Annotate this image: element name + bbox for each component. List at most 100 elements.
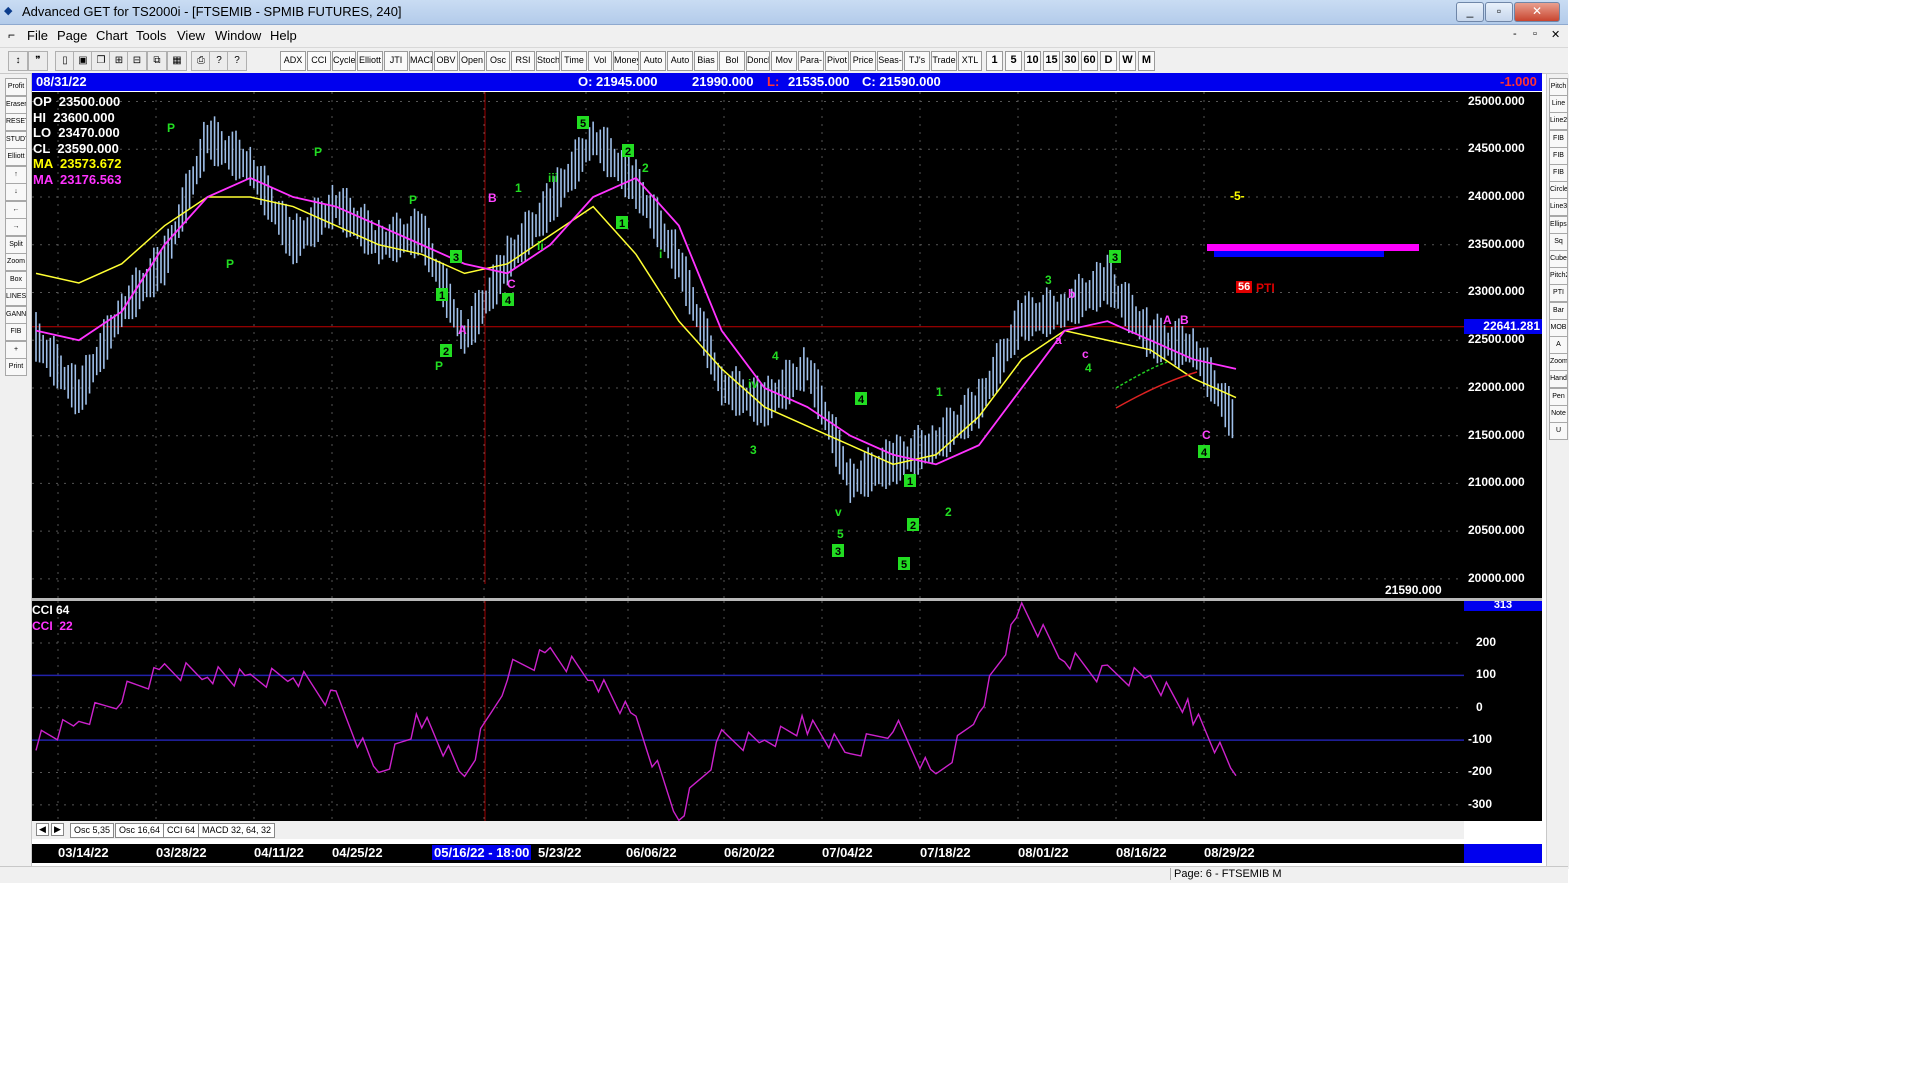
study-button[interactable]: Seas-onals <box>877 51 903 71</box>
study-button[interactable]: Cycles <box>332 51 356 71</box>
left-tool-button[interactable]: Print <box>5 358 27 376</box>
grid-icon[interactable]: ▦ <box>167 51 187 71</box>
interval-button[interactable]: 5 <box>1005 51 1022 71</box>
mdi-minimize-button[interactable]: - <box>1513 28 1517 40</box>
interval-button[interactable]: 15 <box>1043 51 1060 71</box>
left-tool-button[interactable]: Split <box>5 235 27 254</box>
right-tool-button[interactable]: FIB RET <box>1549 129 1568 148</box>
right-tool-button[interactable]: Hand <box>1549 370 1568 389</box>
price-chart-pane[interactable]: P P P P P B C A A B C 1 2 3 4 5 3 4 1 2 i ii iii iv v b a c 5 2 1 3 1 2 4 3… <box>32 92 1464 598</box>
left-tool-button[interactable]: RESET <box>5 113 27 131</box>
left-tool-button[interactable]: Eraser <box>5 95 27 114</box>
right-tool-button[interactable]: Cube <box>1549 250 1568 268</box>
study-button[interactable]: Bias <box>694 51 718 71</box>
copy-icon[interactable]: ❐ <box>91 51 111 71</box>
study-button[interactable]: Bol Band <box>719 51 745 71</box>
study-button[interactable]: Para-bolic <box>798 51 824 71</box>
right-tool-button[interactable]: Bar <box>1549 301 1568 320</box>
study-button[interactable]: Elliott Trig <box>357 51 383 71</box>
study-button[interactable]: Open Int <box>459 51 485 71</box>
mdi-restore-button[interactable]: ▫ <box>1533 28 1537 40</box>
right-tool-button[interactable]: A <box>1549 336 1568 354</box>
left-tool-button[interactable]: STUDY <box>5 130 27 149</box>
menu-help[interactable]: Help <box>270 28 297 43</box>
document-icon[interactable]: ⌐ <box>8 28 15 42</box>
tab-prev-arrow-icon[interactable]: ◀ <box>36 823 49 836</box>
open-icon[interactable]: ⊞ <box>109 51 129 71</box>
right-tool-button[interactable]: Sq <box>1549 232 1568 251</box>
study-button[interactable]: Osc <box>486 51 510 71</box>
right-tool-button[interactable]: U <box>1549 422 1568 440</box>
study-button[interactable]: Auto Trend <box>667 51 693 71</box>
interval-button[interactable]: 1 <box>986 51 1003 71</box>
left-tool-button[interactable]: Elliott <box>5 148 27 166</box>
interval-button[interactable]: 60 <box>1081 51 1098 71</box>
left-tool-button[interactable]: FIB <box>5 323 27 341</box>
study-button[interactable]: Vol <box>588 51 612 71</box>
interval-button[interactable]: D <box>1100 51 1117 71</box>
right-tool-button[interactable]: Line2 <box>1549 112 1568 131</box>
cascade-icon[interactable]: ⧉ <box>147 51 167 71</box>
interval-button[interactable]: W <box>1119 51 1136 71</box>
minimize-button[interactable]: _ <box>1456 2 1484 22</box>
menu-window[interactable]: Window <box>215 28 261 43</box>
tab-macd[interactable]: MACD 32, 64, 32 <box>198 823 276 838</box>
right-tool-button[interactable]: FIB EXT <box>1549 146 1568 165</box>
tile-icon[interactable]: ⊟ <box>127 51 147 71</box>
right-tool-button[interactable]: Pitch2 <box>1549 267 1568 286</box>
study-button[interactable]: CCI <box>307 51 331 71</box>
right-tool-button[interactable]: Ellipse <box>1549 215 1568 234</box>
cci-chart[interactable] <box>32 601 1464 821</box>
close-button[interactable]: ✕ <box>1514 2 1560 22</box>
study-button[interactable]: Stoch <box>536 51 560 71</box>
right-tool-button[interactable]: Note <box>1549 404 1568 423</box>
cci-pane[interactable]: CCI 64 CCI 22 <box>32 601 1464 821</box>
left-tool-button[interactable]: ↓ <box>5 183 27 201</box>
left-tool-button[interactable]: GANN <box>5 305 27 324</box>
study-button[interactable]: TJ's Web <box>904 51 930 71</box>
left-tool-button[interactable]: ← <box>5 200 27 219</box>
quote-icon[interactable]: ❞ <box>28 51 48 71</box>
study-button[interactable]: ADX DMI <box>280 51 306 71</box>
menu-tools[interactable]: Tools <box>136 28 166 43</box>
study-button[interactable]: Price Clust <box>850 51 876 71</box>
right-tool-button[interactable]: PTI <box>1549 284 1568 303</box>
help-pointer-icon[interactable]: ? <box>227 51 247 71</box>
tab-osc-5-35[interactable]: Osc 5,35 <box>70 823 115 838</box>
study-button[interactable]: Pivot <box>825 51 849 71</box>
info-icon[interactable]: ? <box>209 51 229 71</box>
tab-cci-64[interactable]: CCI 64 <box>163 823 200 838</box>
study-button[interactable]: MACD <box>409 51 433 71</box>
right-tool-button[interactable]: MOB <box>1549 318 1568 337</box>
study-button[interactable]: Trade Profile <box>931 51 957 71</box>
right-tool-button[interactable]: Zoom <box>1549 353 1568 372</box>
study-button[interactable]: Money Flow <box>613 51 639 71</box>
study-button[interactable]: Auto Gann <box>640 51 666 71</box>
right-tool-button[interactable]: Pen <box>1549 387 1568 406</box>
study-button[interactable]: OBV <box>434 51 458 71</box>
right-tool-button[interactable]: Line <box>1549 95 1568 114</box>
right-tool-button[interactable]: Line3 <box>1549 198 1568 217</box>
menu-view[interactable]: View <box>177 28 205 43</box>
menu-file[interactable]: File <box>27 28 48 43</box>
left-tool-button[interactable]: Zoom <box>5 253 27 271</box>
tab-next-arrow-icon[interactable]: ▶ <box>51 823 64 836</box>
maximize-button[interactable]: ▫ <box>1485 2 1513 22</box>
print-icon[interactable]: ⎙ <box>191 51 211 71</box>
right-tool-button[interactable]: Pitch <box>1549 78 1568 96</box>
right-tool-button[interactable]: Circle <box>1549 181 1568 200</box>
study-button[interactable]: RSI <box>511 51 535 71</box>
price-chart[interactable]: PPPPPBCAA BC123453412iiiiiiivvbac52131243… <box>32 92 1464 598</box>
menu-chart[interactable]: Chart <box>96 28 128 43</box>
study-button[interactable]: Time Clust <box>561 51 587 71</box>
pointer-icon[interactable]: ↕ <box>8 51 28 71</box>
interval-button[interactable]: 30 <box>1062 51 1079 71</box>
menu-page[interactable]: Page <box>57 28 87 43</box>
study-button[interactable]: Mov Ave <box>771 51 797 71</box>
study-button[interactable]: Donch <box>746 51 770 71</box>
left-tool-button[interactable]: → <box>5 218 27 236</box>
interval-button[interactable]: 10 <box>1024 51 1041 71</box>
interval-button[interactable]: M <box>1138 51 1155 71</box>
left-tool-button[interactable]: Box <box>5 270 27 289</box>
study-button[interactable]: XTL <box>958 51 982 71</box>
